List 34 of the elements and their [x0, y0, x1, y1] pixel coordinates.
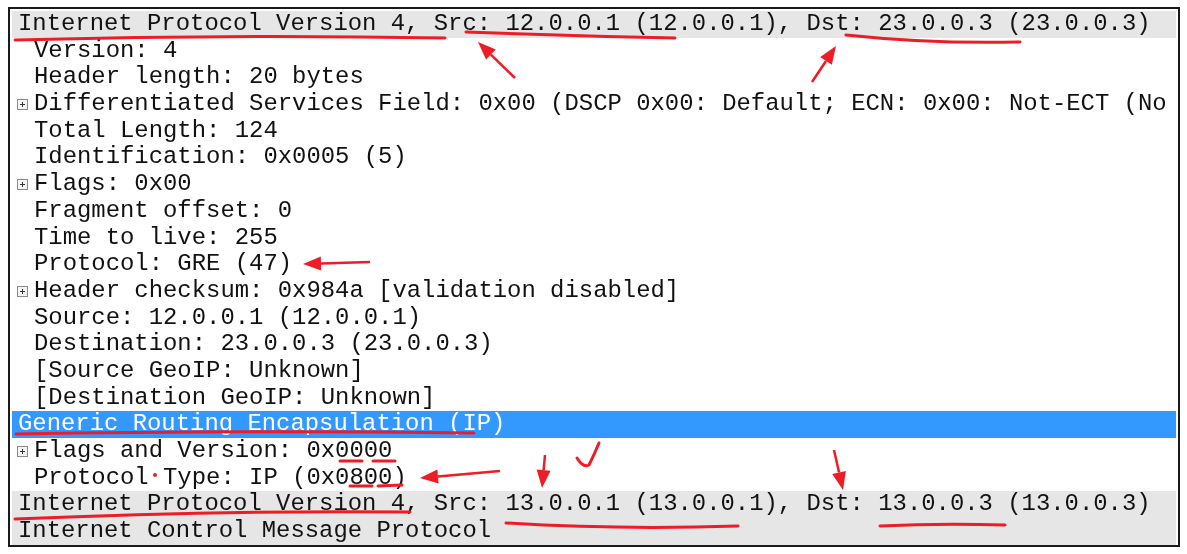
underline-mark — [376, 483, 404, 488]
field-text[interactable]: Source: 12.0.0.1 (12.0.0.1) — [34, 304, 422, 332]
field-text[interactable]: Differentiated Services Field: 0x00 (DSCP 0x00: Default; ECN: 0x00: Not-ECT (No — [34, 91, 1167, 118]
field-text[interactable]: Total Length: 124 — [34, 117, 278, 145]
field-text[interactable]: Protocol: GRE (47) — [34, 251, 293, 278]
field-text[interactable]: Header checksum: 0x984a [validation disabled] — [34, 277, 680, 305]
field-text[interactable]: Fragment offset: 0 — [34, 197, 293, 225]
underline-mark — [371, 459, 397, 463]
check-mark — [575, 441, 601, 468]
arrow-mark — [303, 256, 371, 271]
field-text[interactable]: Version: 4 — [34, 37, 178, 65]
field-text[interactable]: Flags: 0x00 — [34, 171, 192, 198]
expand-icon[interactable] — [17, 445, 28, 457]
field-text[interactable]: [Destination GeoIP: Unknown] — [34, 384, 436, 412]
field-text[interactable]: Header length: 20 bytes — [34, 64, 364, 92]
field-text[interactable]: Destination: 23.0.0.3 (23.0.0.3) — [34, 331, 493, 358]
arrow-mark — [536, 454, 551, 488]
protocol-row[interactable]: Internet Protocol Version 4, Src: 13.0.0.1 (13.0.0.1), Dst: 13.0.0.3 (13.0.0.3) — [12, 491, 1176, 519]
dot-mark — [153, 473, 157, 477]
field-text[interactable]: Protocol Type: IP (0x0800) — [34, 464, 407, 492]
field-text[interactable]: Flags and Version: 0x0000 — [34, 438, 393, 465]
field-text[interactable]: Identification: 0x0005 (5) — [34, 144, 407, 172]
protocol-row[interactable]: Internet Protocol Version 4, Src: 12.0.0.1 (12.0.0.1), Dst: 23.0.0.3 (23.0.0.3) — [12, 11, 1176, 38]
arrow-mark — [478, 42, 516, 79]
expand-icon[interactable] — [17, 98, 28, 110]
field-text[interactable]: Time to live: 255 — [34, 224, 278, 252]
arrow-mark — [810, 46, 836, 83]
expand-icon[interactable] — [17, 178, 28, 190]
protocol-row[interactable]: Internet Control Message Protocol — [12, 518, 1176, 545]
field-text[interactable]: [Source GeoIP: Unknown] — [34, 357, 364, 385]
arrow-mark — [832, 449, 846, 490]
underline-mark — [348, 484, 374, 488]
underline-mark — [338, 459, 364, 463]
expand-icon[interactable] — [17, 285, 28, 297]
